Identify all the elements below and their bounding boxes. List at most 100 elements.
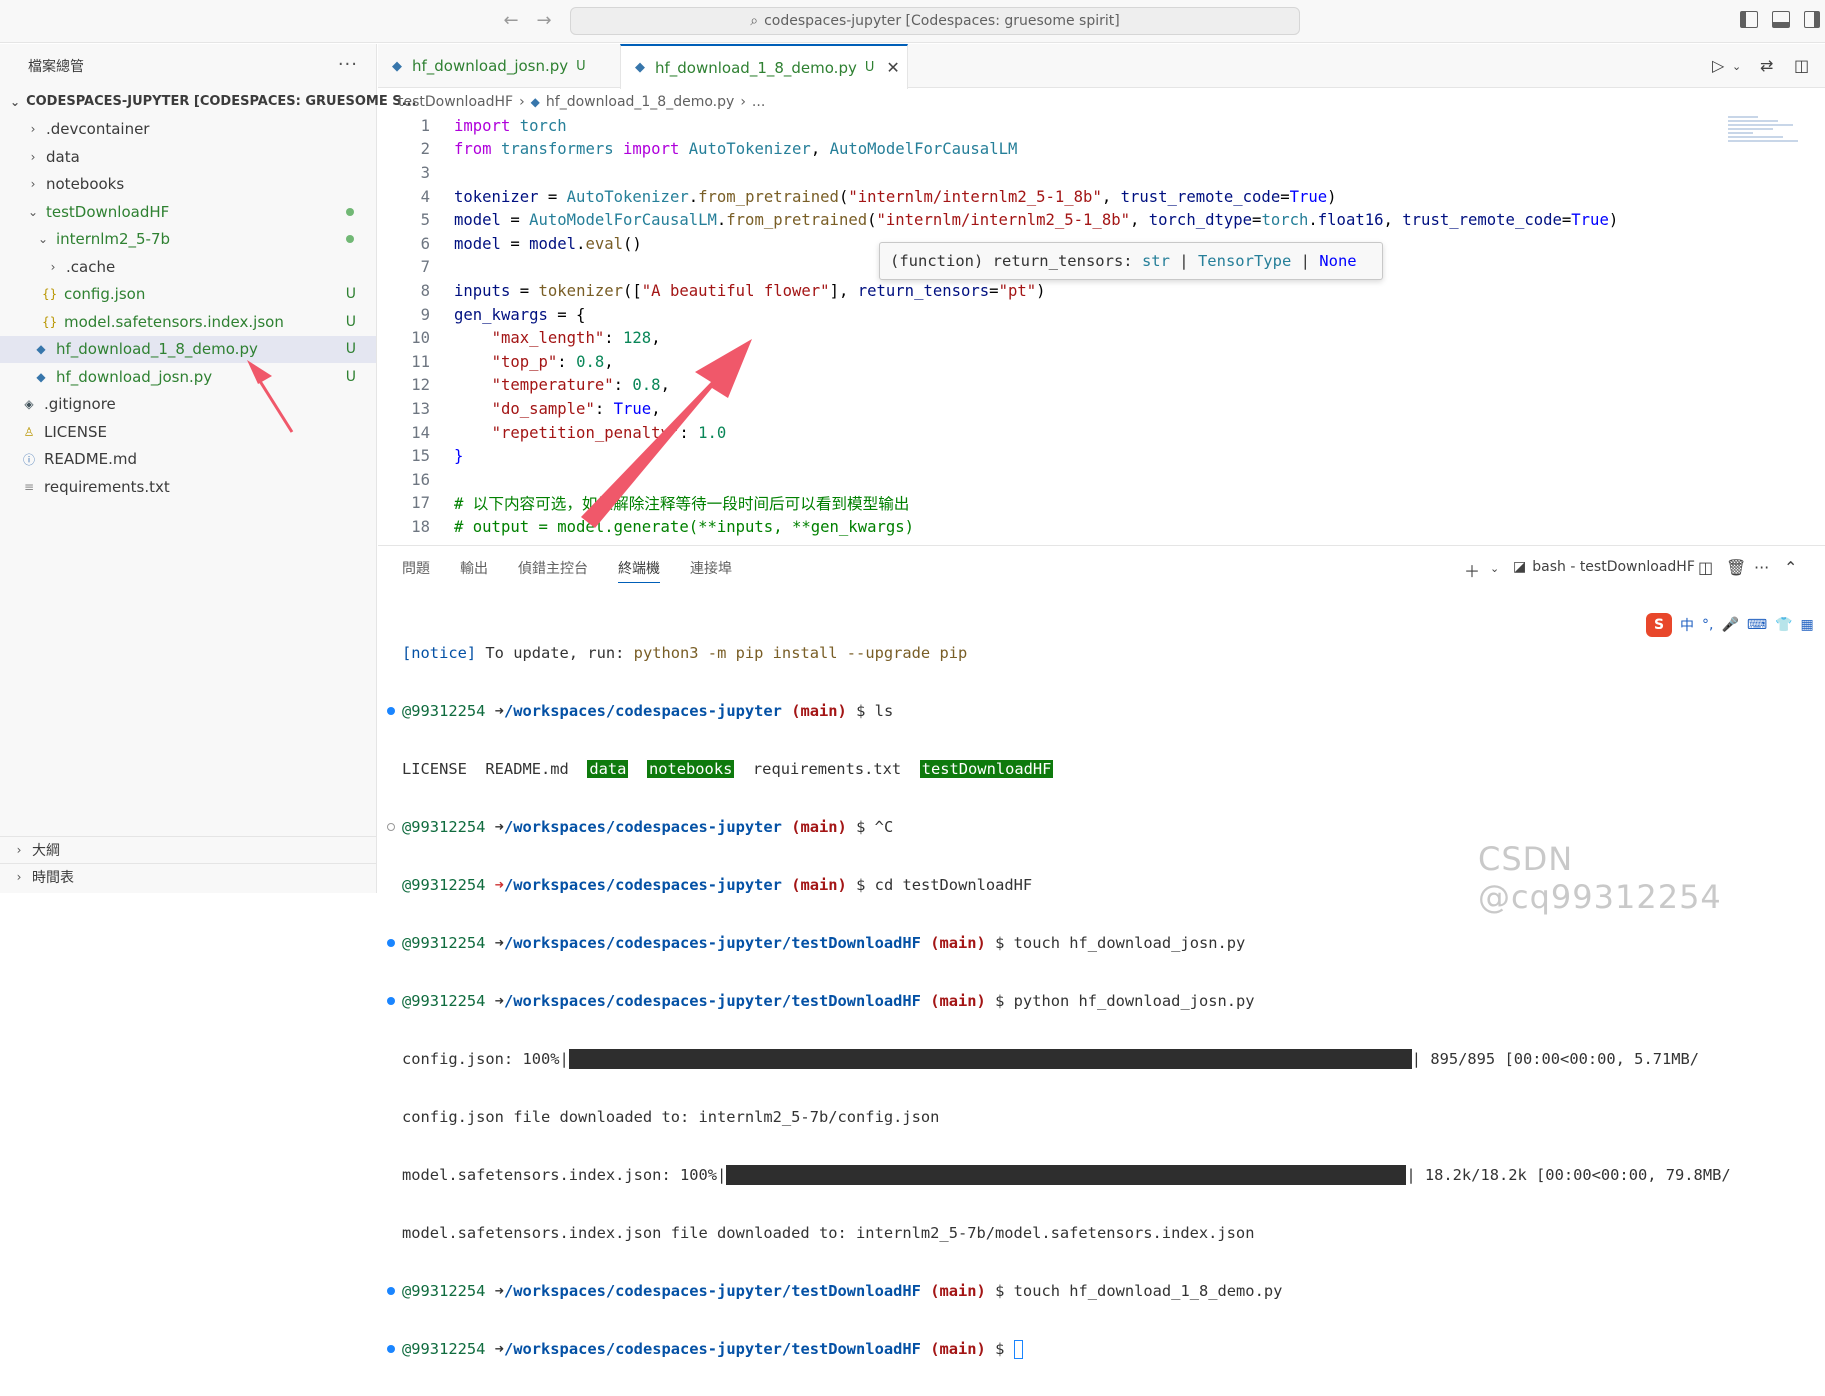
toggle-panel-icon[interactable] xyxy=(1772,11,1790,28)
outline-section[interactable]: › 大綱 xyxy=(0,836,376,863)
split-terminal-icon[interactable]: ◫ xyxy=(1698,558,1713,577)
code-line: 3 xyxy=(378,161,1825,185)
terminal-line: @99312254 ➜/workspaces/codespaces-jupyte… xyxy=(378,700,1825,722)
chevron-right-icon: › xyxy=(30,177,36,192)
terminal-line: @99312254 ➜/workspaces/codespaces-jupyte… xyxy=(378,1280,1825,1302)
tab-problems[interactable]: 問題 xyxy=(402,554,430,582)
punctuation-icon[interactable]: °, xyxy=(1702,617,1713,633)
terminal-output[interactable]: [notice] To update, run: python3 -m pip … xyxy=(378,606,1825,1396)
timeline-label: 時間表 xyxy=(32,870,74,886)
code-line: 15} xyxy=(378,444,1825,468)
back-arrow-icon[interactable]: ← xyxy=(500,10,522,31)
command-status-dot[interactable] xyxy=(387,1345,395,1353)
command-status-dot[interactable] xyxy=(387,939,395,947)
python-icon: ◆ xyxy=(36,342,46,357)
toggle-secondary-sidebar-icon[interactable] xyxy=(1804,11,1820,28)
tab-hf-download-josn[interactable]: ◆ hf_download_josn.py U xyxy=(378,44,620,88)
command-status-dot[interactable] xyxy=(387,823,395,831)
tab-hf-download-1-8-demo[interactable]: ◆ hf_download_1_8_demo.py U ✕ xyxy=(620,44,908,89)
ime-toolbar[interactable]: S 中 °, 🎤 ⌨ 👕 ▦ xyxy=(1638,611,1825,639)
tree-item-notebooks[interactable]: › notebooks xyxy=(0,171,376,199)
tree-item-requirements[interactable]: ≡ requirements.txt xyxy=(0,473,376,501)
modified-dot xyxy=(346,207,354,216)
terminal-line: @99312254 ➜/workspaces/codespaces-jupyte… xyxy=(378,932,1825,954)
explorer-header: 檔案總管 ··· xyxy=(0,44,376,88)
code-line: 8 inputs = tokenizer(["A beautiful flower… xyxy=(378,279,1825,303)
forward-arrow-icon[interactable]: → xyxy=(533,10,555,31)
line-number: 3 xyxy=(420,163,430,182)
tree-item-hf-download-1-8-demo[interactable]: ◆ hf_download_1_8_demo.py U xyxy=(0,335,376,363)
title-bar: ← → ⌕ codespaces-jupyter [Codespaces: gr… xyxy=(0,0,1825,43)
grid-icon[interactable]: ▦ xyxy=(1801,617,1814,633)
info-icon: ⓘ xyxy=(22,452,35,467)
tab-output[interactable]: 輸出 xyxy=(460,554,488,582)
compare-changes-icon[interactable]: ⇄ xyxy=(1760,56,1773,75)
breadcrumb-folder[interactable]: testDownloadHF xyxy=(398,94,513,110)
trash-icon[interactable]: 🗑 xyxy=(1726,558,1746,577)
code-editor[interactable]: 1 import torch 2 from transformers import … xyxy=(378,114,1825,540)
tree-item-devcontainer[interactable]: › .devcontainer xyxy=(0,116,376,144)
minimap[interactable] xyxy=(1728,114,1808,164)
license-icon: ♙ xyxy=(23,424,35,439)
ime-language[interactable]: 中 xyxy=(1680,615,1694,635)
close-icon[interactable]: ✕ xyxy=(886,58,899,77)
split-editor-icon[interactable]: ◫ xyxy=(1794,56,1809,75)
code-line: 5 model = AutoModelForCausalLM. from_pretr… xyxy=(378,208,1825,232)
chevron-down-icon: ⌄ xyxy=(27,204,39,219)
tab-debug-console[interactable]: 偵錯主控台 xyxy=(518,554,588,582)
more-actions-icon[interactable]: ··· xyxy=(1754,558,1769,577)
tree-item-cache[interactable]: › .cache xyxy=(0,253,376,281)
line-number: 8 xyxy=(420,281,430,300)
json-icon: {} xyxy=(42,314,58,329)
toggle-sidebar-icon[interactable] xyxy=(1740,11,1758,28)
tab-terminal[interactable]: 終端機 xyxy=(618,554,660,583)
tree-item-data[interactable]: › data xyxy=(0,143,376,171)
chevron-down-icon: ⌄ xyxy=(37,232,49,247)
timeline-section[interactable]: › 時間表 xyxy=(0,863,376,890)
terminal-line: @99312254 ➜/workspaces/codespaces-jupyte… xyxy=(378,990,1825,1012)
microphone-icon[interactable]: 🎤 xyxy=(1721,617,1738,633)
line-number: 4 xyxy=(420,187,430,206)
untracked-badge: U xyxy=(345,341,356,358)
more-actions-icon[interactable]: ··· xyxy=(338,54,358,75)
tree-item-label: testDownloadHF xyxy=(46,202,170,221)
outline-label: 大綱 xyxy=(32,843,60,859)
tree-item-model-safetensors-index[interactable]: {} model.safetensors.index.json U xyxy=(0,308,376,336)
tree-item-hf-download-josn[interactable]: ◆ hf_download_josn.py U xyxy=(0,363,376,391)
tree-item-label: .devcontainer xyxy=(46,120,150,139)
command-status-dot[interactable] xyxy=(387,1287,395,1295)
python-icon: ◆ xyxy=(36,369,46,384)
new-terminal-icon[interactable]: ＋ xyxy=(1464,558,1480,582)
tree-item-label: LICENSE xyxy=(44,422,107,441)
skin-icon[interactable]: 👕 xyxy=(1775,617,1792,633)
chevron-right-icon: › xyxy=(16,870,22,884)
chevron-down-icon[interactable]: ⌄ xyxy=(1732,60,1741,73)
tree-item-internlm2-5-7b[interactable]: ⌄ internlm2_5-7b xyxy=(0,226,376,254)
run-icon[interactable]: ▷ xyxy=(1712,56,1724,75)
explorer-sidebar: 檔案總管 ··· ⌄ CODESPACES-JUPYTER [CODESPACE… xyxy=(0,44,416,893)
keyboard-icon[interactable]: ⌨ xyxy=(1747,617,1767,633)
tab-ports[interactable]: 連接埠 xyxy=(690,554,732,582)
command-status-dot[interactable] xyxy=(387,997,395,1005)
chevron-up-icon[interactable]: ⌃ xyxy=(1784,558,1797,577)
breadcrumb: testDownloadHF › ◆ hf_download_1_8_demo.… xyxy=(398,91,765,113)
untracked-badge: U xyxy=(864,60,875,75)
breadcrumb-rest[interactable]: ... xyxy=(752,94,765,110)
breadcrumb-file[interactable]: hf_download_1_8_demo.py xyxy=(546,94,734,110)
tree-item-config-json[interactable]: {} config.json U xyxy=(0,281,376,309)
terminal-selector[interactable]: ◪ bash - testDownloadHF xyxy=(1513,559,1695,575)
code-line: 14 "repetition_penalty": 1.0 xyxy=(378,421,1825,445)
code-line: 1 import torch xyxy=(378,114,1825,138)
code-line: 13 "do_sample": True, xyxy=(378,397,1825,421)
chevron-down-icon[interactable]: ⌄ xyxy=(1490,562,1499,575)
terminal-line: LICENSE README.md data notebooks require… xyxy=(402,760,1054,778)
command-status-dot[interactable] xyxy=(387,707,395,715)
tree-item-testdownloadhf[interactable]: ⌄ testDownloadHF xyxy=(0,198,376,226)
tree-item-readme[interactable]: ⓘ README.md xyxy=(0,446,376,474)
tree-item-license[interactable]: ♙ LICENSE xyxy=(0,418,376,446)
terminal-name: bash - testDownloadHF xyxy=(1532,559,1695,575)
workspace-root[interactable]: ⌄ CODESPACES-JUPYTER [CODESPACES: GRUESO… xyxy=(0,88,416,116)
command-center-search[interactable]: ⌕ codespaces-jupyter [Codespaces: grueso… xyxy=(570,7,1300,35)
tree-item-gitignore[interactable]: ◈ .gitignore xyxy=(0,391,376,419)
tree-item-label: requirements.txt xyxy=(44,477,170,496)
